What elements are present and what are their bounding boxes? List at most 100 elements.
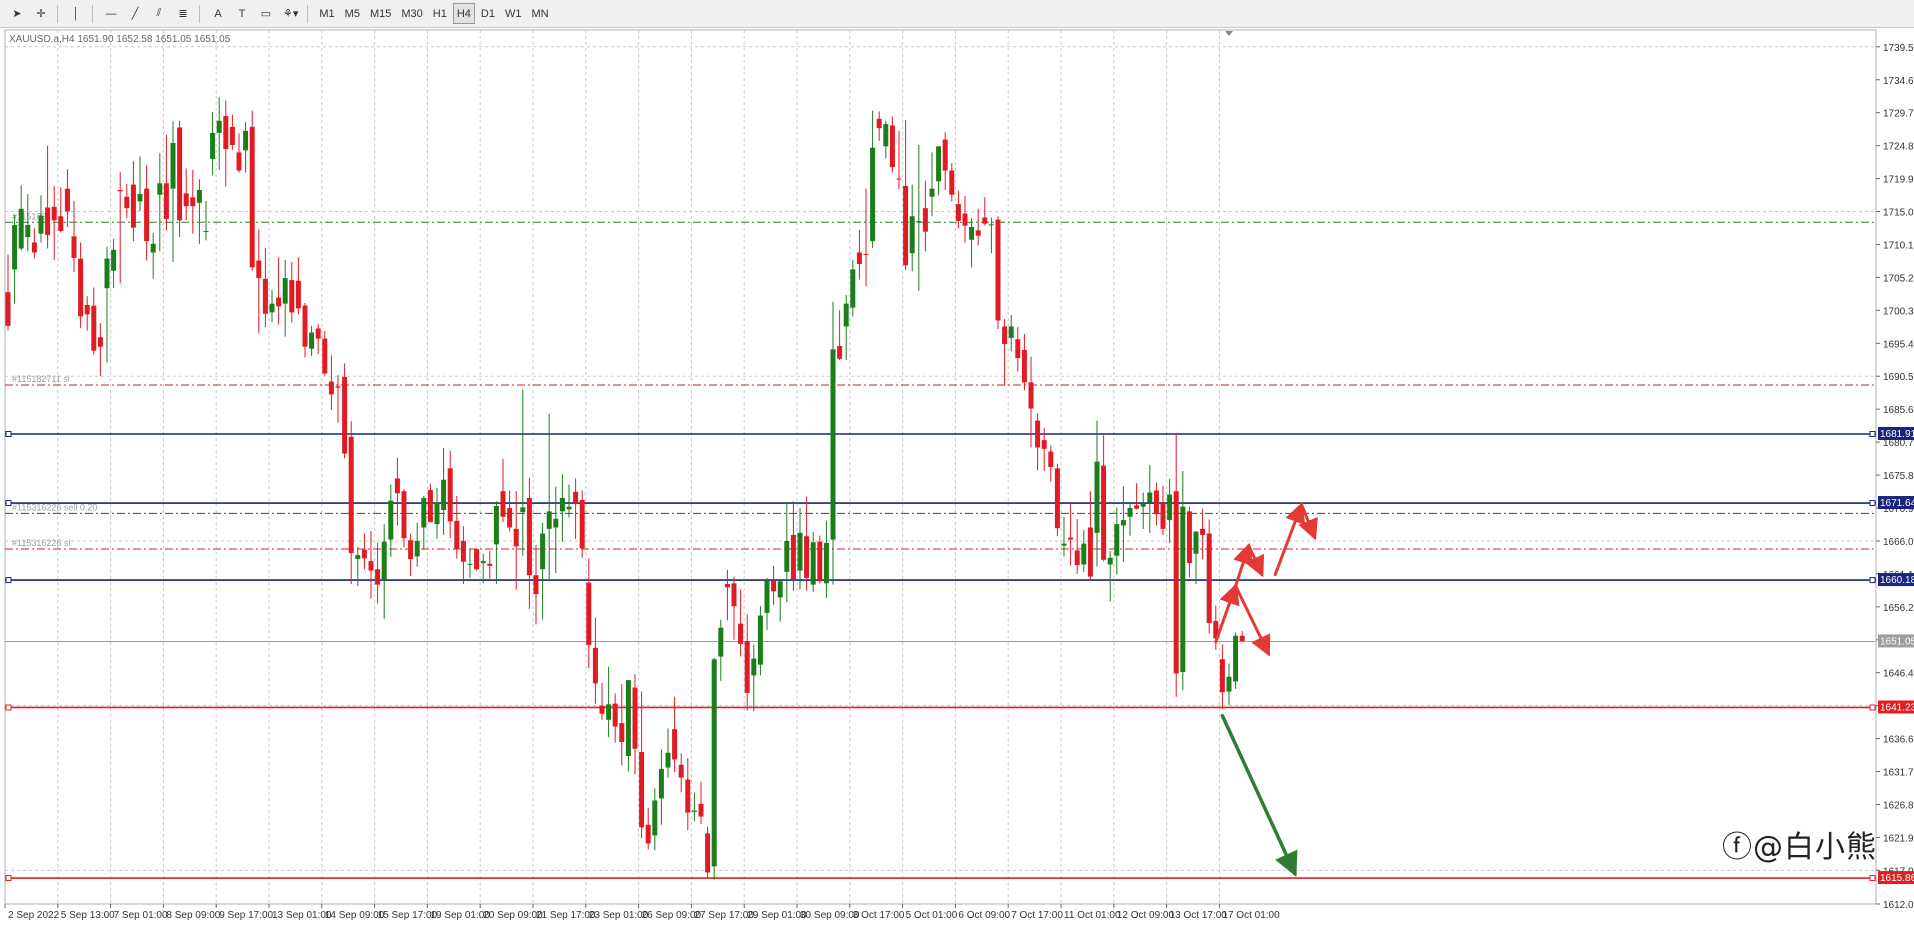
- candle-body: [810, 542, 816, 585]
- candle-body: [540, 533, 546, 570]
- text-label-icon[interactable]: T: [231, 3, 253, 24]
- timeframe-h4-button[interactable]: H4: [452, 3, 475, 24]
- line-handle: [1869, 577, 1876, 584]
- candle-body: [645, 824, 651, 844]
- cursor-icon[interactable]: ➤: [6, 3, 28, 24]
- timeframe-mn-button[interactable]: MN: [527, 3, 552, 24]
- price-tag-label: 1615.86: [1880, 873, 1914, 884]
- candle-body: [170, 142, 176, 189]
- candle-body: [262, 278, 268, 314]
- candle-body: [566, 506, 572, 510]
- order-label: #115182711 sl: [12, 374, 70, 384]
- candle-body: [71, 236, 77, 258]
- x-tick-label: 7 Oct 17:00: [1011, 910, 1063, 921]
- price-tag-label: 1660.18: [1880, 575, 1914, 586]
- trendline-icon[interactable]: ╱: [124, 3, 146, 24]
- candle-body: [639, 752, 645, 828]
- candle-body: [5, 292, 11, 326]
- chart-area[interactable]: 2 Sep 2022 5 Sep 13:00 7 Sep 01:00 8 Sep 09…: [0, 28, 1914, 926]
- candle-body: [929, 188, 935, 197]
- candle-body: [401, 491, 407, 539]
- candle-body: [573, 491, 579, 504]
- timeframe-h1-button[interactable]: H1: [429, 3, 451, 24]
- shapes-dropdown-icon[interactable]: ⚘▾: [279, 3, 302, 24]
- candle-body: [163, 183, 169, 219]
- candle-body: [988, 224, 994, 226]
- y-tick-label: 1636.60: [1883, 735, 1914, 746]
- candle-body: [1114, 524, 1120, 556]
- candle-body: [97, 337, 103, 347]
- candle-body: [18, 208, 24, 249]
- crosshair-icon[interactable]: ✛: [30, 3, 52, 24]
- x-tick-label: 19 Sep 01:00: [430, 910, 490, 921]
- x-tick-label: 26 Sep 09:00: [642, 910, 702, 921]
- candle-body: [1186, 511, 1192, 564]
- watermark: ⓕ@白小熊: [1722, 830, 1877, 865]
- candle-body: [1035, 420, 1041, 448]
- y-tick-label: 1724.80: [1883, 142, 1914, 153]
- x-tick-label: 14 Sep 09:00: [325, 910, 385, 921]
- text-icon[interactable]: A: [207, 3, 229, 24]
- candle-body: [408, 540, 414, 560]
- candle-body: [777, 581, 783, 598]
- timeframe-m30-button[interactable]: M30: [397, 3, 426, 24]
- candle-body: [1107, 557, 1113, 565]
- candle-body: [711, 659, 717, 867]
- x-tick-label: 8 Sep 09:00: [166, 910, 220, 921]
- timeframe-d1-button[interactable]: D1: [477, 3, 499, 24]
- timeframe-m5-button[interactable]: M5: [341, 3, 364, 24]
- candle-body: [454, 520, 460, 550]
- candle-body: [302, 305, 308, 347]
- y-tick-label: 1685.60: [1883, 405, 1914, 416]
- rectangle-icon[interactable]: ▭: [255, 3, 277, 24]
- price-tag-label: 1651.05: [1880, 636, 1914, 647]
- candle-body: [837, 345, 843, 359]
- candle-body: [256, 260, 262, 279]
- order-label: #115316226 sell 0.20: [12, 502, 97, 512]
- x-tick-label: 11 Oct 01:00: [1064, 910, 1121, 921]
- candle-body: [130, 184, 136, 228]
- y-tick-label: 1700.30: [1883, 306, 1914, 317]
- candle-body: [124, 196, 130, 209]
- candle-body: [579, 499, 585, 549]
- candle-body: [757, 615, 763, 665]
- candle-body: [249, 126, 255, 268]
- candle-body: [764, 580, 770, 613]
- candle-body: [856, 252, 862, 264]
- candle-body: [434, 502, 440, 525]
- fibonacci-icon[interactable]: ≣: [172, 3, 194, 24]
- channel-icon[interactable]: ⫽: [148, 3, 170, 24]
- candlestick-chart[interactable]: 2 Sep 2022 5 Sep 13:007 Sep 01:008 Sep 09…: [0, 28, 1914, 926]
- candle-body: [995, 219, 1001, 321]
- timeframe-m15-button[interactable]: M15: [366, 3, 395, 24]
- vertical-line-icon[interactable]: │: [65, 3, 87, 24]
- candle-body: [1134, 505, 1140, 509]
- candle-body: [58, 216, 64, 232]
- candle-body: [1167, 494, 1173, 521]
- candle-body: [606, 704, 612, 720]
- candle-body: [183, 193, 189, 207]
- candle-body: [678, 764, 684, 778]
- candle-body: [724, 583, 730, 588]
- x-tick-label: 9 Sep 17:00: [219, 910, 273, 921]
- candle-body: [962, 213, 968, 226]
- candle-body: [520, 507, 526, 513]
- timeframe-w1-button[interactable]: W1: [501, 3, 526, 24]
- candle-body: [830, 349, 836, 540]
- candle-body: [526, 497, 532, 576]
- timeframe-m1-button[interactable]: M1: [315, 3, 338, 24]
- candle-body: [157, 183, 163, 195]
- candle-body: [203, 231, 209, 233]
- horizontal-line-icon[interactable]: —: [100, 3, 122, 24]
- candle-body: [361, 549, 367, 559]
- candle-body: [38, 215, 44, 234]
- candle-body: [1200, 528, 1206, 535]
- candle-body: [1021, 350, 1027, 383]
- price-tag-label: 1681.91: [1880, 429, 1914, 440]
- y-tick-label: 1734.60: [1883, 76, 1914, 87]
- candle-body: [975, 230, 981, 236]
- candle-body: [196, 190, 202, 203]
- candle-body: [1147, 492, 1153, 503]
- candle-body: [1028, 382, 1034, 409]
- y-tick-label: 1666.00: [1883, 537, 1914, 548]
